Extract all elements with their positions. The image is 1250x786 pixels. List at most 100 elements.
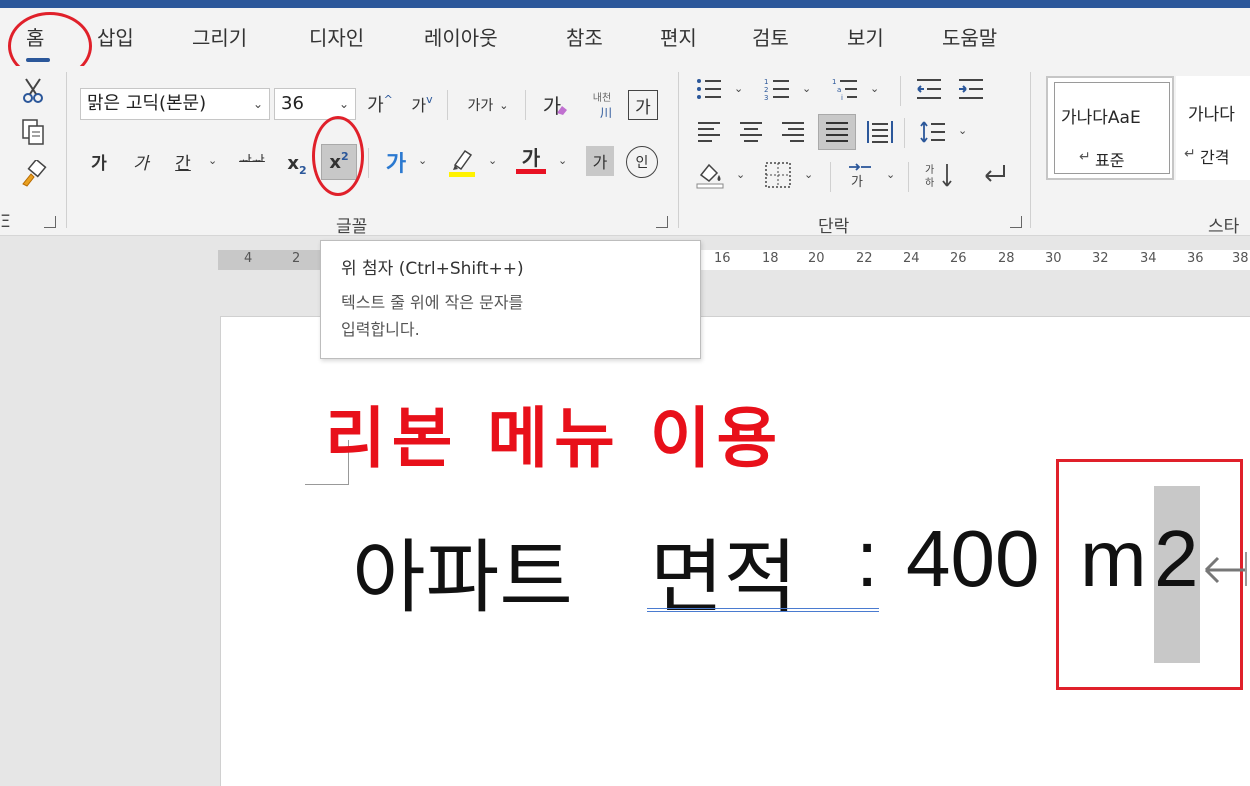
font-color-icon: 가 — [521, 145, 541, 170]
decrease-indent-icon[interactable] — [914, 76, 944, 102]
tooltip-line-2: 입력합니다. — [341, 320, 420, 339]
bullets-icon[interactable] — [694, 76, 724, 102]
ruler-number: 4 — [244, 251, 253, 266]
subscript-mark: 2 — [298, 163, 307, 177]
highlight-button[interactable] — [446, 144, 478, 178]
subscript-icon: x — [287, 152, 299, 174]
borders-icon[interactable] — [762, 160, 794, 190]
phonetic-guide-bottom: 川 — [599, 106, 612, 120]
font-size-value: 36 — [281, 93, 304, 114]
font-dialog-launcher[interactable] — [656, 216, 668, 228]
separator — [900, 76, 901, 106]
paragraph-dialog-launcher[interactable] — [1010, 216, 1022, 228]
svg-text:가: 가 — [925, 164, 934, 176]
text-effects-dropdown-icon[interactable]: ⌄ — [418, 154, 427, 167]
text-direction-icon[interactable]: 가 — [844, 160, 876, 190]
svg-text:a: a — [837, 86, 841, 94]
styles-group-label: 스타 — [1208, 217, 1240, 237]
ruler-margin-left — [218, 250, 328, 270]
tab-layout[interactable]: 레이아웃 — [424, 22, 498, 51]
distributed-icon[interactable] — [864, 118, 896, 146]
tooltip-description: 텍스트 줄 위에 작은 문자를 입력합니다. — [341, 289, 641, 343]
align-left-icon[interactable] — [694, 118, 724, 146]
tab-review[interactable]: 검토 — [752, 22, 789, 51]
numbering-dropdown-icon[interactable]: ⌄ — [802, 82, 811, 95]
copy-icon[interactable] — [18, 116, 48, 148]
tab-references[interactable]: 참조 — [566, 22, 603, 51]
tab-view[interactable]: 보기 — [847, 22, 884, 51]
align-center-icon[interactable] — [736, 118, 766, 146]
svg-text:하: 하 — [925, 176, 934, 189]
multilevel-list-icon[interactable]: 1ai — [830, 76, 860, 102]
enclose-characters-button[interactable]: 인 — [626, 146, 658, 178]
sort-icon[interactable]: 가하 — [922, 160, 956, 190]
clipboard-group-label: Ξ — [0, 212, 11, 232]
grow-font-icon: 가 — [367, 95, 384, 116]
doc-number[interactable]: 400 — [906, 513, 1039, 605]
align-right-icon[interactable] — [778, 118, 808, 146]
highlight-dropdown-icon[interactable]: ⌄ — [488, 154, 497, 167]
ruler-number: 38 — [1232, 251, 1249, 266]
separator — [368, 148, 369, 178]
font-name-dropdown[interactable]: 맑은 고딕(본문) ⌄ — [80, 88, 270, 120]
text-direction-dropdown-icon[interactable]: ⌄ — [886, 168, 895, 181]
underline-dropdown-icon[interactable]: ⌄ — [208, 154, 217, 167]
font-color-dropdown-icon[interactable]: ⌄ — [558, 154, 567, 167]
separator — [908, 162, 909, 192]
style-normal-name: 표준 — [1095, 151, 1125, 170]
font-color-button[interactable]: 가 — [514, 142, 548, 178]
ruler-number: 22 — [856, 251, 873, 266]
justify-icon[interactable] — [818, 114, 856, 150]
change-case-button[interactable]: 가가 ⌄ — [458, 92, 518, 118]
strikethrough-button[interactable]: ᅪᅪ — [234, 146, 270, 176]
superscript-highlight-circle — [312, 116, 364, 196]
grow-font-button[interactable]: 가 ^ — [362, 90, 398, 118]
tab-help[interactable]: 도움말 — [942, 22, 997, 51]
borders-dropdown-icon[interactable]: ⌄ — [804, 168, 813, 181]
format-painter-icon[interactable] — [18, 158, 48, 190]
font-size-dropdown[interactable]: 36 ⌄ — [274, 88, 356, 120]
style-no-spacing-mark: ↵ — [1184, 146, 1196, 162]
multilevel-dropdown-icon[interactable]: ⌄ — [870, 82, 879, 95]
show-paragraph-marks-icon[interactable] — [978, 160, 1012, 190]
doc-word-apartment[interactable]: 아파트 — [352, 513, 573, 629]
tab-design[interactable]: 디자인 — [309, 22, 364, 51]
tab-mailings[interactable]: 편지 — [660, 22, 697, 51]
underline-icon: 간 — [175, 153, 191, 174]
line-spacing-dropdown-icon[interactable]: ⌄ — [958, 124, 967, 137]
separator — [678, 72, 679, 228]
ruler-number: 2 — [292, 251, 301, 266]
character-shading-button[interactable]: 가 — [586, 146, 614, 176]
character-border-button[interactable]: 가 — [628, 90, 658, 120]
tab-insert[interactable]: 삽입 — [97, 22, 134, 51]
ribbon: Ξ 맑은 고딕(본문) ⌄ 36 ⌄ 가 ^ 가v 가가 ⌄ 가 내천 川 가 가 … — [0, 66, 1250, 237]
bold-button[interactable]: 가 — [84, 146, 114, 176]
style-normal[interactable]: 가나다AaE ↵ 표준 — [1046, 76, 1174, 180]
svg-text:1: 1 — [764, 78, 768, 86]
grammar-underline — [647, 608, 879, 612]
text-effects-button[interactable]: 가 — [380, 146, 412, 178]
style-no-spacing[interactable]: 가나다 ↵ 간격 — [1176, 76, 1250, 180]
clear-formatting-button[interactable]: 가 — [538, 88, 574, 120]
line-spacing-icon[interactable] — [918, 118, 948, 146]
shading-dropdown-icon[interactable]: ⌄ — [736, 168, 745, 181]
separator — [447, 90, 448, 120]
ruler-number: 34 — [1140, 251, 1157, 266]
shrink-font-button[interactable]: 가v — [404, 90, 440, 118]
ruler-number: 16 — [714, 251, 731, 266]
increase-indent-icon[interactable] — [956, 76, 986, 102]
tab-draw[interactable]: 그리기 — [192, 22, 247, 51]
numbering-icon[interactable]: 123 — [762, 76, 792, 102]
underline-button[interactable]: 간 — [168, 146, 198, 176]
phonetic-guide-button[interactable]: 내천 川 — [582, 88, 622, 122]
bullets-dropdown-icon[interactable]: ⌄ — [734, 82, 743, 95]
cut-icon[interactable] — [18, 76, 48, 106]
shading-icon[interactable] — [694, 160, 726, 190]
strikethrough-icon: ᅪᅪ — [239, 154, 265, 170]
phonetic-guide-top: 내천 — [592, 93, 612, 104]
change-case-icon: 가가 — [467, 98, 494, 114]
italic-button[interactable]: 가 — [126, 146, 156, 176]
clipboard-dialog-launcher[interactable] — [44, 216, 56, 228]
subscript-button[interactable]: x2 — [282, 146, 312, 180]
style-no-spacing-preview: 가나다 — [1188, 105, 1235, 125]
